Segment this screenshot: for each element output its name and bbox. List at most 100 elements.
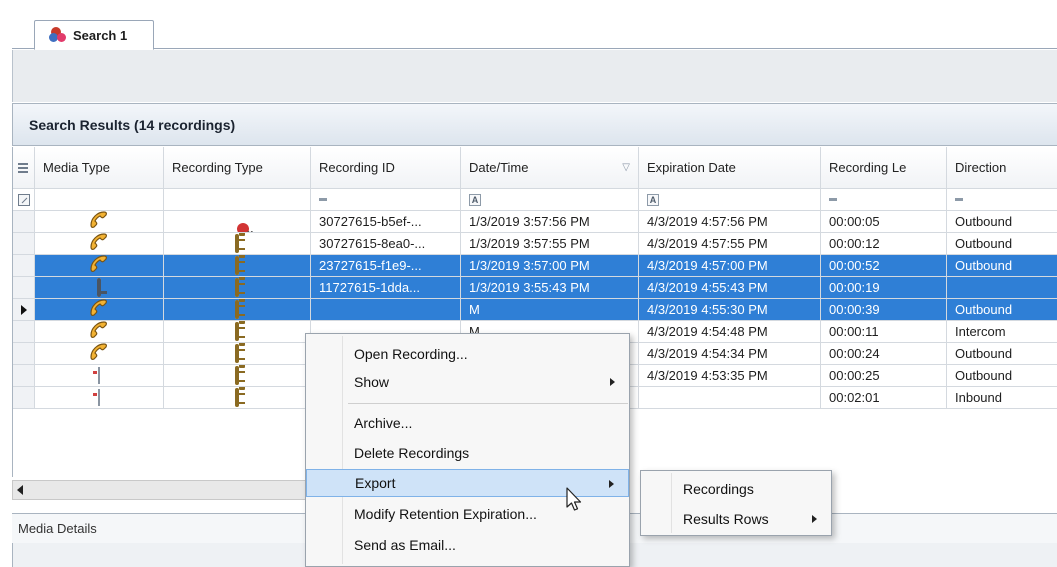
table-row[interactable]: 11727615-1dda... 1/3/2019 3:55:43 PM 4/3/2… bbox=[13, 277, 1057, 299]
row-selector[interactable] bbox=[13, 299, 35, 321]
filter-operator-icon[interactable] bbox=[319, 198, 327, 201]
column-header-recording-length[interactable]: Recording Le bbox=[821, 147, 947, 189]
row-selector[interactable] bbox=[13, 277, 35, 299]
cell-expiration-date[interactable]: 4/3/2019 4:53:35 PM bbox=[639, 365, 821, 387]
cell-recording-type[interactable] bbox=[164, 321, 311, 343]
cell-date-time[interactable]: M bbox=[461, 299, 639, 321]
cell-expiration-date[interactable]: 4/3/2019 4:55:43 PM bbox=[639, 277, 821, 299]
filter-operator-icon[interactable] bbox=[955, 198, 963, 201]
cell-recording-id[interactable]: 23727615-f1e9-... bbox=[311, 255, 461, 277]
column-header-direction[interactable]: Direction bbox=[947, 147, 1057, 189]
filter-date-time[interactable]: A bbox=[461, 189, 639, 211]
submenu-item-results-rows[interactable]: Results Rows bbox=[641, 505, 831, 533]
filter-recording-length[interactable] bbox=[821, 189, 947, 211]
cell-direction[interactable] bbox=[947, 277, 1057, 299]
cell-recording-length[interactable]: 00:00:05 bbox=[821, 211, 947, 233]
cell-direction[interactable]: Outbound bbox=[947, 365, 1057, 387]
filter-direction[interactable] bbox=[947, 189, 1057, 211]
cell-recording-type[interactable] bbox=[164, 233, 311, 255]
menu-item-send-as-email[interactable]: Send as Email... bbox=[306, 531, 629, 559]
cell-direction[interactable]: Outbound bbox=[947, 233, 1057, 255]
filter-recording-type[interactable] bbox=[164, 189, 311, 211]
cell-media-type[interactable] bbox=[35, 299, 164, 321]
cell-recording-length[interactable]: 00:00:19 bbox=[821, 277, 947, 299]
cell-expiration-date[interactable]: 4/3/2019 4:55:30 PM bbox=[639, 299, 821, 321]
clear-filter-icon[interactable] bbox=[13, 189, 35, 211]
cell-recording-type[interactable] bbox=[164, 277, 311, 299]
cell-media-type[interactable] bbox=[35, 255, 164, 277]
cell-expiration-date[interactable]: 4/3/2019 4:57:56 PM bbox=[639, 211, 821, 233]
cell-recording-type[interactable] bbox=[164, 299, 311, 321]
sort-filter-icon[interactable]: ▽ bbox=[622, 162, 630, 173]
column-header-media-type[interactable]: Media Type bbox=[35, 147, 164, 189]
cell-date-time[interactable]: 1/3/2019 3:57:55 PM bbox=[461, 233, 639, 255]
cell-recording-length[interactable]: 00:02:01 bbox=[821, 387, 947, 409]
filter-operator-icon[interactable] bbox=[829, 198, 837, 201]
cell-expiration-date[interactable]: 4/3/2019 4:54:48 PM bbox=[639, 321, 821, 343]
cell-media-type[interactable] bbox=[35, 343, 164, 365]
cell-media-type[interactable] bbox=[35, 233, 164, 255]
cell-direction[interactable]: Inbound bbox=[947, 387, 1057, 409]
filter-expiration-date[interactable]: A bbox=[639, 189, 821, 211]
cell-direction[interactable]: Intercom bbox=[947, 321, 1057, 343]
table-row[interactable]: 23727615-f1e9-... 1/3/2019 3:57:00 PM 4/3/… bbox=[13, 255, 1057, 277]
menu-item-open-recording[interactable]: Open Recording... bbox=[306, 340, 629, 368]
cell-expiration-date[interactable]: 4/3/2019 4:57:00 PM bbox=[639, 255, 821, 277]
submenu-item-recordings[interactable]: Recordings bbox=[641, 475, 831, 503]
tab-search-1[interactable]: Search 1 bbox=[34, 20, 154, 50]
row-selector[interactable] bbox=[13, 211, 35, 233]
menu-item-delete-recordings[interactable]: Delete Recordings bbox=[306, 439, 629, 467]
cell-recording-length[interactable]: 00:00:52 bbox=[821, 255, 947, 277]
cell-recording-length[interactable]: 00:00:24 bbox=[821, 343, 947, 365]
filter-operator-icon[interactable]: A bbox=[647, 193, 659, 206]
cell-recording-type[interactable] bbox=[164, 255, 311, 277]
cell-recording-id[interactable] bbox=[311, 299, 461, 321]
cell-recording-id[interactable]: 30727615-b5ef-... bbox=[311, 211, 461, 233]
cell-recording-type[interactable] bbox=[164, 365, 311, 387]
cell-date-time[interactable]: 1/3/2019 3:57:56 PM bbox=[461, 211, 639, 233]
cell-media-type[interactable] bbox=[35, 277, 164, 299]
cell-recording-length[interactable]: 00:00:12 bbox=[821, 233, 947, 255]
row-selector[interactable] bbox=[13, 255, 35, 277]
column-header-recording-id[interactable]: Recording ID bbox=[311, 147, 461, 189]
horizontal-scrollbar[interactable] bbox=[12, 480, 312, 500]
cell-media-type[interactable] bbox=[35, 387, 164, 409]
column-header-date-time[interactable]: Date/Time ▽ bbox=[461, 147, 639, 189]
row-selector[interactable] bbox=[13, 387, 35, 409]
cell-direction[interactable]: Outbound bbox=[947, 211, 1057, 233]
cell-media-type[interactable] bbox=[35, 321, 164, 343]
row-selector[interactable] bbox=[13, 365, 35, 387]
menu-item-show[interactable]: Show bbox=[306, 368, 629, 396]
scroll-left-icon[interactable] bbox=[17, 485, 23, 495]
cell-direction[interactable]: Outbound bbox=[947, 343, 1057, 365]
cell-recording-id[interactable]: 11727615-1dda... bbox=[311, 277, 461, 299]
column-header-expiration-date[interactable]: Expiration Date bbox=[639, 147, 821, 189]
cell-direction[interactable]: Outbound bbox=[947, 255, 1057, 277]
menu-item-archive[interactable]: Archive... bbox=[306, 409, 629, 437]
column-chooser-icon[interactable] bbox=[13, 147, 35, 189]
cell-recording-length[interactable]: 00:00:25 bbox=[821, 365, 947, 387]
cell-recording-length[interactable]: 00:00:11 bbox=[821, 321, 947, 343]
cell-expiration-date[interactable]: 4/3/2019 4:57:55 PM bbox=[639, 233, 821, 255]
row-selector[interactable] bbox=[13, 343, 35, 365]
cell-expiration-date[interactable] bbox=[639, 387, 821, 409]
cell-recording-type[interactable]: x bbox=[164, 211, 311, 233]
filter-recording-id[interactable] bbox=[311, 189, 461, 211]
column-header-recording-type[interactable]: Recording Type bbox=[164, 147, 311, 189]
row-selector[interactable] bbox=[13, 233, 35, 255]
cell-recording-type[interactable] bbox=[164, 343, 311, 365]
cell-date-time[interactable]: 1/3/2019 3:57:00 PM bbox=[461, 255, 639, 277]
cell-media-type[interactable] bbox=[35, 365, 164, 387]
table-row[interactable]: 30727615-8ea0-... 1/3/2019 3:57:55 PM 4/3/… bbox=[13, 233, 1057, 255]
filter-media-type[interactable] bbox=[35, 189, 164, 211]
cell-media-type[interactable] bbox=[35, 211, 164, 233]
cell-direction[interactable]: Outbound bbox=[947, 299, 1057, 321]
filter-operator-icon[interactable]: A bbox=[469, 193, 481, 206]
cell-date-time[interactable]: 1/3/2019 3:55:43 PM bbox=[461, 277, 639, 299]
table-row[interactable]: M 4/3/2019 4:55:30 PM 00:00:39 Outbound bbox=[13, 299, 1057, 321]
cell-recording-id[interactable]: 30727615-8ea0-... bbox=[311, 233, 461, 255]
cell-recording-type[interactable] bbox=[164, 387, 311, 409]
cell-expiration-date[interactable]: 4/3/2019 4:54:34 PM bbox=[639, 343, 821, 365]
row-selector[interactable] bbox=[13, 321, 35, 343]
table-row[interactable]: x30727615-b5ef-...1/3/2019 3:57:56 PM4/3… bbox=[13, 211, 1057, 233]
